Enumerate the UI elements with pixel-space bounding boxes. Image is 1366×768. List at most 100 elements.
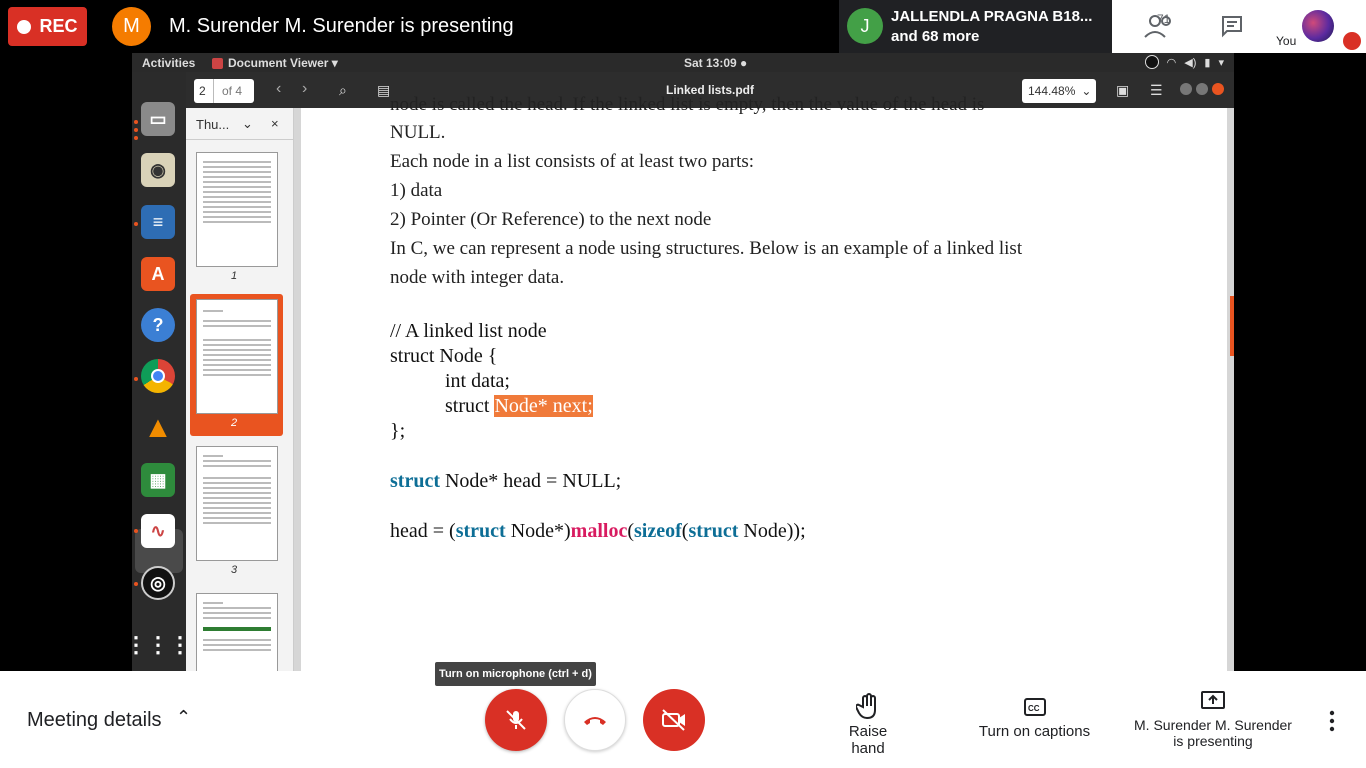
minimize-icon[interactable] <box>1180 83 1192 95</box>
code-keyword: struct <box>455 520 506 542</box>
search-icon[interactable]: ⌕ <box>339 82 347 99</box>
thumbnails-tab[interactable]: Thu... <box>196 117 229 132</box>
code-line: struct Node* head = NULL; <box>390 470 621 493</box>
doc-line: NULL. <box>390 122 446 143</box>
thumbnail-label: 3 <box>231 564 238 576</box>
zoom-value: 144.48% <box>1028 84 1076 98</box>
code-line: }; <box>390 420 406 442</box>
presenting-line-1: M. Surender M. Surender <box>1134 717 1292 733</box>
volume-icon: ◀) <box>1184 56 1197 69</box>
code-text: Node* head = NULL; <box>439 470 622 492</box>
recording-badge: REC <box>8 7 87 46</box>
captions-button[interactable]: CC Turn on captions <box>977 691 1092 740</box>
record-dot-icon <box>17 19 32 34</box>
help-icon[interactable]: ? <box>141 308 175 342</box>
doc-line: 2) Pointer (Or Reference) to the next no… <box>390 209 712 230</box>
doc-line: node with integer data. <box>390 267 565 288</box>
mic-off-icon <box>506 710 526 730</box>
activities-button[interactable]: Activities <box>142 56 195 70</box>
chevron-up-icon[interactable]: ⌃ <box>176 707 191 728</box>
obs-tray-icon <box>1144 55 1159 69</box>
wifi-icon: ◠ <box>1166 56 1177 69</box>
software-center-icon[interactable]: A <box>141 257 175 291</box>
meeting-details-button[interactable]: Meeting details <box>27 709 162 732</box>
raise-hand-button[interactable]: Raise hand <box>831 691 905 757</box>
clock[interactable]: Sat 13:09 ● <box>684 56 747 70</box>
dock: ▭ ◉ ≡ A ? ▲ ▦ ∿ ◎ ⋮⋮⋮ <box>132 72 191 671</box>
running-indicator <box>134 128 138 132</box>
participant-more: and 68 more <box>891 28 980 45</box>
presenter-avatar: M <box>112 7 151 46</box>
thumbnail-page-1[interactable] <box>196 152 278 267</box>
show-apps-icon[interactable]: ⋮⋮⋮ <box>132 628 191 662</box>
files-icon[interactable]: ▭ <box>141 102 175 136</box>
code-line: // A linked list node <box>390 320 547 342</box>
writer-icon[interactable]: ≡ <box>141 205 175 239</box>
next-page-icon[interactable]: › <box>302 80 307 98</box>
document-page: node is called the head. If the linked l… <box>301 94 1227 671</box>
selected-text-highlight[interactable]: Node* next; <box>494 395 593 417</box>
close-sidebar-icon[interactable]: × <box>271 116 279 131</box>
code-line: head = (struct Node*)malloc(sizeof(struc… <box>390 520 806 543</box>
vlc-icon[interactable]: ▲ <box>141 411 175 445</box>
zoom-select[interactable]: 144.48% ⌄ <box>1022 79 1096 103</box>
code-keyword: struct <box>688 520 739 542</box>
shared-screen: Activities Document Viewer ▾ Sat 13:09 ●… <box>132 53 1234 671</box>
thumbnail-page-4[interactable] <box>196 593 278 671</box>
page-total: of 4 <box>222 84 243 98</box>
annotations-icon[interactable]: ▤ <box>377 82 390 99</box>
window-controls <box>1180 83 1224 95</box>
meet-top-bar: REC M M. Surender M. Surender is present… <box>0 0 1366 53</box>
rec-label: REC <box>39 16 78 36</box>
page-number-field[interactable]: 2 of 4 <box>194 79 254 103</box>
document-view[interactable]: node is called the head. If the linked l… <box>294 94 1234 671</box>
microphone-toggle-button[interactable] <box>485 689 547 751</box>
rhythmbox-icon[interactable]: ◉ <box>141 153 175 187</box>
raise-hand-label: Raise hand <box>848 723 888 757</box>
leave-call-button[interactable] <box>564 689 626 751</box>
thumbnail-label: 2 <box>231 417 238 429</box>
print-icon[interactable]: ▣ <box>1116 82 1129 99</box>
running-indicator <box>134 120 138 124</box>
app-menu[interactable]: Document Viewer ▾ <box>212 56 338 70</box>
thumbnail-sidebar: Thu... ⌄ × 1 2 3 <box>186 108 294 671</box>
page-current[interactable]: 2 <box>194 79 214 103</box>
doc-line: Each node in a list consists of at least… <box>390 151 755 172</box>
meet-bottom-bar: Meeting details ⌃ Raise hand CC Turn on … <box>0 671 1366 768</box>
more-options-icon[interactable] <box>1326 709 1338 733</box>
previous-page-icon[interactable]: ‹ <box>276 80 281 98</box>
system-tray[interactable]: ◠ ◀) ▮ ▾ <box>1144 55 1224 69</box>
running-indicator <box>134 136 138 140</box>
app-menu-label: Document Viewer ▾ <box>228 56 338 70</box>
code-text: Node*) <box>505 520 571 542</box>
presenting-title: M. Surender M. Surender is presenting <box>169 15 514 37</box>
presenting-button[interactable]: M. Surender M. Surender is presenting <box>1128 685 1298 749</box>
chrome-icon[interactable] <box>141 359 175 393</box>
thumbnail-page-2[interactable] <box>196 299 278 414</box>
battery-icon: ▮ <box>1204 56 1211 69</box>
participant-tile[interactable]: J JALLENDLA PRAGNA B18... and 68 more <box>839 0 1112 53</box>
code-function: malloc <box>570 520 628 542</box>
scrollbar-thumb[interactable] <box>1230 296 1234 356</box>
chat-icon[interactable] <box>1220 14 1244 38</box>
document-viewer-icon <box>212 57 223 69</box>
obs-icon[interactable]: ◎ <box>141 566 175 600</box>
running-indicator <box>134 582 138 586</box>
running-indicator <box>134 529 138 533</box>
thumbnail-page-3[interactable] <box>196 446 278 561</box>
code-text: struct <box>445 395 495 417</box>
calc-icon[interactable]: ▦ <box>141 463 175 497</box>
code-text: ( <box>627 520 634 542</box>
you-label: You <box>1276 34 1297 48</box>
thumbnail-label: 1 <box>231 270 238 282</box>
chevron-down-icon[interactable]: ⌄ <box>242 116 253 132</box>
maximize-icon[interactable] <box>1196 83 1208 95</box>
hand-icon <box>831 691 905 723</box>
document-viewer-dock-icon[interactable]: ∿ <box>141 514 175 548</box>
camera-toggle-button[interactable] <box>643 689 705 751</box>
hang-up-icon <box>584 717 606 725</box>
close-icon[interactable] <box>1212 83 1224 95</box>
code-keyword: sizeof <box>634 520 682 542</box>
menu-icon[interactable]: ☰ <box>1150 82 1163 99</box>
present-screen-icon <box>1128 685 1298 717</box>
